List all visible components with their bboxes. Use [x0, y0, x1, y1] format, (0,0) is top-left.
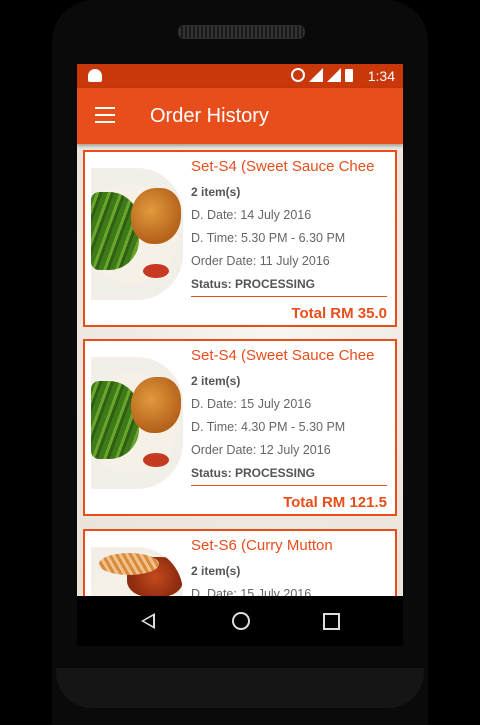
order-date: Order Date: 11 July 2016 — [191, 254, 330, 268]
status-icons — [291, 68, 353, 82]
hamburger-menu-icon[interactable] — [95, 107, 115, 123]
food-image — [91, 547, 183, 596]
alarm-icon — [291, 68, 305, 82]
back-icon[interactable] — [141, 613, 155, 629]
order-list[interactable]: Set-S4 (Sweet Sauce Chee 2 item(s) D. Da… — [77, 144, 403, 596]
status-time: 1:34 — [367, 68, 395, 84]
home-icon[interactable] — [232, 612, 250, 630]
status-bar: 1:34 — [77, 64, 403, 88]
cell-signal-icon — [327, 68, 341, 82]
delivery-date: D. Date: 14 July 2016 — [191, 208, 312, 222]
order-item-name: Set-S6 (Curry Mutton — [191, 537, 333, 554]
speaker-grille — [178, 25, 305, 39]
order-item-name: Set-S4 (Sweet Sauce Chee — [191, 158, 375, 175]
order-card[interactable]: Set-S6 (Curry Mutton 2 item(s) D. Date: … — [83, 529, 397, 596]
page-title: Order History — [150, 105, 269, 127]
order-item-count: 2 item(s) — [191, 564, 241, 578]
android-notification-icon — [88, 69, 102, 82]
order-status: Status: PROCESSING — [191, 466, 387, 486]
delivery-time: D. Time: 5.30 PM - 6.30 PM — [191, 231, 346, 245]
screen: 1:34 Order History Set-S4 (Sweet Sauce C… — [77, 64, 403, 596]
navigation-bar — [77, 596, 403, 646]
phone-chin — [56, 668, 424, 708]
order-item-name: Set-S4 (Sweet Sauce Chee — [191, 347, 375, 364]
app-bar: Order History — [77, 88, 403, 144]
order-total: Total RM 35.0 — [291, 305, 387, 322]
order-total: Total RM 121.5 — [283, 494, 387, 511]
order-item-count: 2 item(s) — [191, 185, 241, 199]
order-item-count: 2 item(s) — [191, 374, 241, 388]
food-image — [91, 357, 183, 489]
recents-icon[interactable] — [323, 613, 340, 630]
delivery-date: D. Date: 15 July 2016 — [191, 397, 312, 411]
order-date: Order Date: 12 July 2016 — [191, 443, 331, 457]
order-card[interactable]: Set-S4 (Sweet Sauce Chee 2 item(s) D. Da… — [83, 339, 397, 516]
delivery-date: D. Date: 15 July 2016 — [191, 587, 312, 596]
wifi-signal-icon — [309, 68, 323, 82]
order-status: Status: PROCESSING — [191, 277, 387, 297]
battery-icon — [345, 68, 353, 82]
delivery-time: D. Time: 4.30 PM - 5.30 PM — [191, 420, 346, 434]
order-card[interactable]: Set-S4 (Sweet Sauce Chee 2 item(s) D. Da… — [83, 150, 397, 327]
food-image — [91, 168, 183, 300]
